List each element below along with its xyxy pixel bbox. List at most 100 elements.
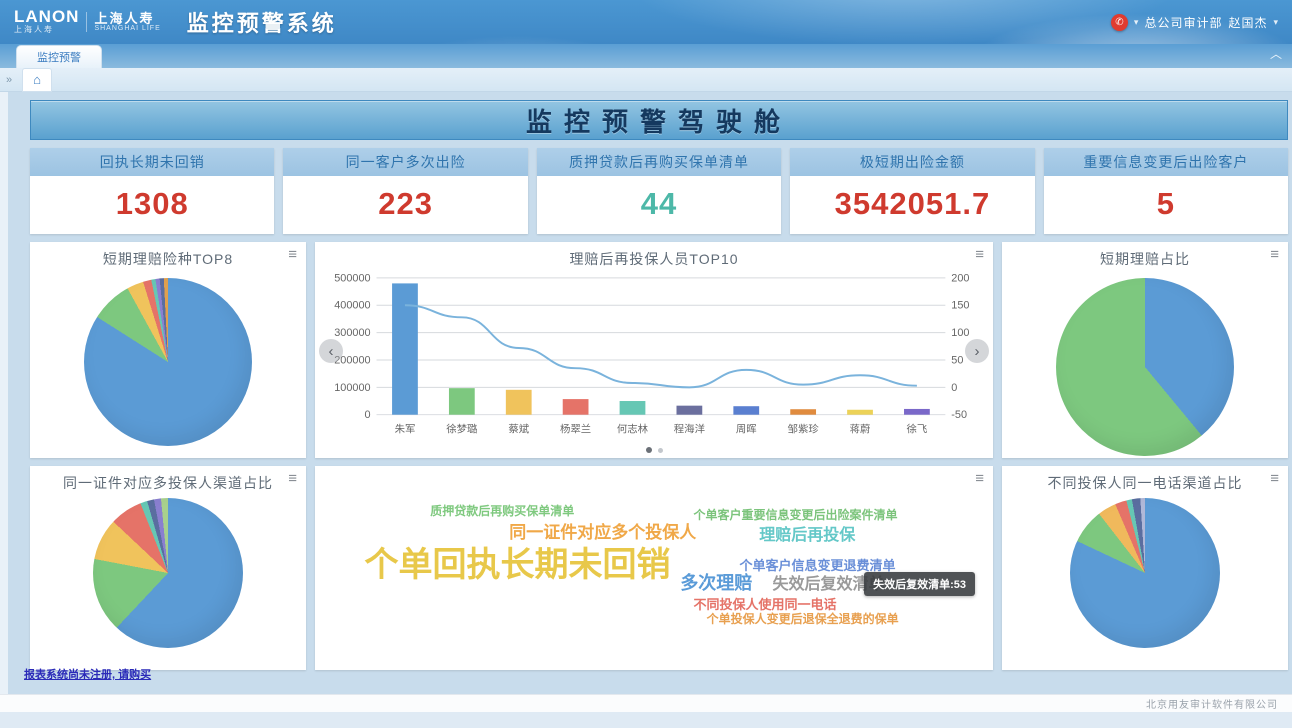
chart-card-wordcloud: ≡ 质押贷款后再购买保单清单 个单客户重要信息变更后出险案件清单同一证件对应多个投…: [315, 466, 993, 670]
kpi-label: 回执长期未回销: [30, 148, 274, 176]
chart-menu-icon[interactable]: ≡: [975, 248, 984, 262]
pie-chart-claim-type-top8[interactable]: [84, 278, 252, 446]
app-title: 监控预警系统: [187, 6, 337, 38]
svg-text:杨翠兰: 杨翠兰: [560, 423, 591, 436]
svg-text:150: 150: [951, 300, 969, 312]
svg-text:100000: 100000: [334, 382, 370, 394]
kpi-label: 极短期出险金额: [790, 148, 1034, 176]
kpi-card-multi-claim: 同一客户多次出险 223: [283, 148, 527, 234]
chart-menu-icon[interactable]: ≡: [1270, 248, 1279, 262]
chart-menu-icon[interactable]: ≡: [1270, 472, 1279, 486]
svg-text:程海洋: 程海洋: [674, 423, 705, 436]
pie-chart-short-claim-ratio[interactable]: [1056, 278, 1234, 456]
svg-text:400000: 400000: [334, 300, 370, 312]
tab-strip: 监控预警 ︿: [0, 44, 1292, 68]
kpi-value: 5: [1044, 176, 1288, 234]
svg-text:-50: -50: [951, 409, 967, 421]
kpi-value: 44: [537, 176, 781, 234]
expand-sidebar-icon[interactable]: »: [6, 74, 12, 86]
svg-text:蔡斌: 蔡斌: [508, 423, 529, 436]
bottom-strip: [0, 712, 1292, 728]
wordcloud-term[interactable]: 不同投保人使用同一电话: [693, 598, 836, 612]
chart-menu-icon[interactable]: ≡: [288, 472, 297, 486]
hotline-icon[interactable]: ✆: [1111, 14, 1128, 31]
dashboard-content: 监控预警驾驶舱 回执长期未回销 1308 同一客户多次出险 223 质押贷款后再…: [0, 92, 1292, 694]
wordcloud-term[interactable]: 质押贷款后再购买保单清单: [430, 505, 574, 518]
carousel-dots: [315, 447, 993, 453]
home-tab[interactable]: ⌂: [22, 68, 52, 92]
svg-text:200: 200: [951, 272, 969, 284]
chart-tooltip: 失效后复效清单:53: [864, 572, 975, 596]
chevron-down-icon[interactable]: ▾: [1134, 17, 1139, 28]
tab-monitor-warning[interactable]: 监控预警: [16, 45, 102, 68]
kpi-row: 回执长期未回销 1308 同一客户多次出险 223 质押贷款后再购买保单清单 4…: [30, 148, 1288, 234]
chart-menu-icon[interactable]: ≡: [975, 472, 984, 486]
kpi-label: 质押贷款后再购买保单清单: [537, 148, 781, 176]
user-menu-chevron-icon[interactable]: ▾: [1273, 17, 1278, 28]
home-icon: ⌂: [33, 72, 41, 87]
svg-text:500000: 500000: [334, 272, 370, 284]
svg-text:朱军: 朱军: [395, 424, 416, 436]
kpi-value: 3542051.7: [790, 176, 1034, 234]
wordcloud-term[interactable]: 个单回执长期未回销: [364, 547, 670, 584]
brand-tagline: SHANGHAI LIFE: [94, 25, 160, 32]
dashboard-page: LANON 上海人寿 上海人寿 SHANGHAI LIFE 监控预警系统 ✆ ▾…: [0, 0, 1292, 728]
kpi-value: 223: [283, 176, 527, 234]
chart-menu-icon[interactable]: ≡: [288, 248, 297, 262]
tab-label: 监控预警: [37, 52, 81, 64]
kpi-card-short-term-amount: 极短期出险金额 3542051.7: [790, 148, 1034, 234]
chart-title: 短期理赔险种TOP8: [30, 242, 306, 270]
bar-line-chart-reinsure-top10[interactable]: 0-50100000020000050300000100400000150500…: [315, 270, 993, 445]
chart-title: 同一证件对应多投保人渠道占比: [30, 466, 306, 494]
svg-text:徐梦璐: 徐梦璐: [446, 423, 478, 436]
combo-chart-svg: 0-50100000020000050300000100400000150500…: [321, 270, 987, 440]
chart-card-same-cert-channel: 同一证件对应多投保人渠道占比 ≡: [30, 466, 306, 670]
unregistered-notice-link[interactable]: 报表系统尚未注册, 请购买: [24, 666, 151, 682]
kpi-value: 1308: [30, 176, 274, 234]
svg-text:0: 0: [365, 409, 371, 421]
collapse-header-icon[interactable]: ︿: [1270, 48, 1282, 60]
chart-card-short-claim-ratio: 短期理赔占比 ≡: [1002, 242, 1288, 458]
carousel-next-icon[interactable]: ›: [965, 339, 989, 363]
wordcloud-term[interactable]: 个单投保人变更后退保全退费的保单: [707, 613, 899, 626]
pie-chart-same-phone-channel[interactable]: [1070, 498, 1220, 648]
logo-text: LANON: [14, 9, 79, 24]
charts-row-2: 同一证件对应多投保人渠道占比 ≡ ≡ 质押贷款后再购买保单清单 个单客户重要信息变…: [30, 466, 1288, 670]
carousel-prev-icon[interactable]: ‹: [319, 339, 343, 363]
chart-title: 理赔后再投保人员TOP10: [315, 242, 993, 270]
user-department[interactable]: 总公司审计部: [1144, 14, 1222, 31]
svg-text:周晖: 周晖: [736, 424, 757, 436]
wordcloud-term[interactable]: 个单客户重要信息变更后出险案件清单: [693, 509, 897, 522]
svg-text:邹紫珍: 邹紫珍: [788, 423, 820, 436]
chart-card-reinsure-top10: 理赔后再投保人员TOP10 ≡ 0-5010000002000005030000…: [315, 242, 993, 458]
kpi-card-pledge-loan: 质押贷款后再购买保单清单 44: [537, 148, 781, 234]
carousel-dot[interactable]: [658, 448, 663, 453]
chart-card-claim-type-top8: 短期理赔险种TOP8 ≡: [30, 242, 306, 458]
dashboard-banner: 监控预警驾驶舱: [30, 100, 1288, 140]
wordcloud-term[interactable]: 同一证件对应多个投保人: [509, 524, 696, 543]
wordcloud-term[interactable]: 多次理赔: [680, 574, 752, 594]
charts-row-1: 短期理赔险种TOP8 ≡ 理赔后再投保人员TOP10 ≡ 0 -50 100000 0…: [30, 242, 1288, 458]
svg-text:300000: 300000: [334, 327, 370, 339]
svg-text:50: 50: [951, 354, 963, 366]
svg-text:0: 0: [951, 382, 957, 394]
kpi-card-huizhi: 回执长期未回销 1308: [30, 148, 274, 234]
wordcloud-term[interactable]: 理赔后再投保: [759, 527, 855, 545]
kpi-label: 同一客户多次出险: [283, 148, 527, 176]
footer-company: 北京用友审计软件有限公司: [1146, 696, 1278, 711]
company-logo: LANON 上海人寿 上海人寿 SHANGHAI LIFE: [14, 9, 161, 35]
kpi-card-info-change: 重要信息变更后出险客户 5: [1044, 148, 1288, 234]
chart-title: 短期理赔占比: [1002, 242, 1288, 270]
svg-text:何志林: 何志林: [617, 423, 649, 436]
brand-name: 上海人寿: [94, 12, 160, 25]
logo-subtext: 上海人寿: [14, 24, 79, 35]
user-name[interactable]: 赵国杰: [1228, 14, 1267, 31]
breadcrumb-toolbar: » ⌂: [0, 68, 1292, 92]
svg-text:100: 100: [951, 327, 969, 339]
svg-text:蒋蔚: 蒋蔚: [850, 424, 871, 436]
kpi-label: 重要信息变更后出险客户: [1044, 148, 1288, 176]
pie-chart-same-cert-channel[interactable]: [93, 498, 243, 648]
app-footer: 北京用友审计软件有限公司: [0, 694, 1292, 712]
carousel-dot-active[interactable]: [646, 447, 652, 453]
app-header: LANON 上海人寿 上海人寿 SHANGHAI LIFE 监控预警系统 ✆ ▾…: [0, 0, 1292, 44]
